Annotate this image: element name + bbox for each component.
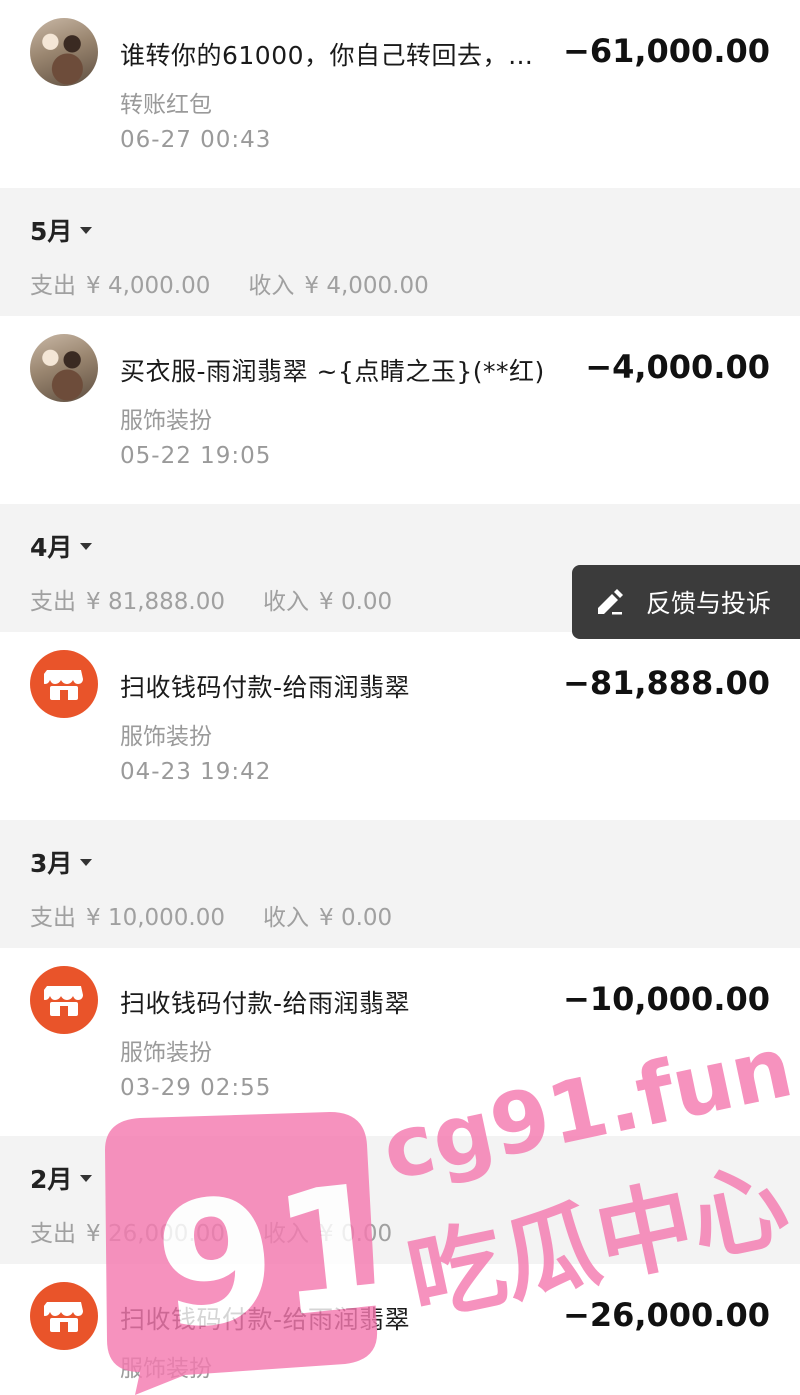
transaction-time: 04-23 19:42 bbox=[120, 759, 272, 785]
month-header: 2月 支出 ¥ 26,000.00 收入 ¥ 0.00 bbox=[0, 1136, 800, 1264]
expense-value: ¥ 4,000.00 bbox=[86, 273, 211, 299]
transaction-row[interactable]: 扫收钱码付款-给雨润翡翠 −26,000.00 服饰装扮 bbox=[0, 1264, 800, 1395]
feedback-button[interactable]: 反馈与投诉 bbox=[572, 565, 800, 639]
transaction-amount: −4,000.00 bbox=[585, 348, 770, 386]
income-label: 收入 bbox=[248, 273, 295, 299]
month-selector[interactable]: 3月 bbox=[30, 844, 93, 880]
transaction-title: 买衣服-雨润翡翠 ~{点睛之玉}(**红) bbox=[120, 357, 545, 386]
transaction-amount: −10,000.00 bbox=[563, 980, 770, 1018]
month-summary: 支出 ¥ 26,000.00 收入 ¥ 0.00 bbox=[30, 1214, 402, 1248]
shop-icon bbox=[30, 650, 98, 718]
income-value: ¥ 4,000.00 bbox=[304, 273, 429, 299]
transaction-title: 扫收钱码付款-给雨润翡翠 bbox=[120, 989, 411, 1018]
income-label: 收入 bbox=[263, 1221, 309, 1247]
month-label: 4月 bbox=[30, 533, 73, 562]
transaction-row[interactable]: 买衣服-雨润翡翠 ~{点睛之玉}(**红) −4,000.00 服饰装扮 05-… bbox=[0, 316, 800, 504]
month-summary: 支出 ¥ 4,000.00 收入 ¥ 4,000.00 bbox=[30, 266, 439, 300]
month-selector[interactable]: 4月 bbox=[30, 528, 93, 564]
transaction-row[interactable]: 扫收钱码付款-给雨润翡翠 −81,888.00 服饰装扮 04-23 19:42 bbox=[0, 632, 800, 820]
income-value: ¥ 0.00 bbox=[319, 1221, 393, 1247]
expense-label: 支出 bbox=[30, 1221, 76, 1247]
transaction-title: 扫收钱码付款-给雨润翡翠 bbox=[120, 1305, 411, 1334]
expense-value: ¥ 10,000.00 bbox=[86, 905, 225, 931]
transaction-time: 05-22 19:05 bbox=[120, 443, 272, 469]
month-selector[interactable]: 2月 bbox=[30, 1160, 93, 1196]
transaction-category: 转账红包 bbox=[120, 92, 212, 118]
month-label: 5月 bbox=[30, 217, 73, 246]
month-summary: 支出 ¥ 10,000.00 收入 ¥ 0.00 bbox=[30, 898, 402, 932]
transaction-amount: −26,000.00 bbox=[563, 1296, 770, 1334]
transaction-amount: −81,888.00 bbox=[563, 664, 770, 702]
transaction-time: 06-27 00:43 bbox=[120, 127, 272, 153]
month-header: 3月 支出 ¥ 10,000.00 收入 ¥ 0.00 bbox=[0, 820, 800, 948]
transaction-category: 服饰装扮 bbox=[120, 408, 212, 434]
shop-icon bbox=[30, 1282, 98, 1350]
expense-label: 支出 bbox=[30, 273, 76, 299]
transaction-category: 服饰装扮 bbox=[120, 1356, 212, 1382]
caret-down-icon bbox=[80, 1174, 93, 1182]
income-label: 收入 bbox=[263, 589, 309, 615]
caret-down-icon bbox=[80, 226, 93, 234]
shop-icon bbox=[30, 966, 98, 1034]
edit-pen-icon bbox=[598, 589, 623, 615]
transaction-category: 服饰装扮 bbox=[120, 724, 212, 750]
caret-down-icon bbox=[80, 858, 93, 866]
income-value: ¥ 0.00 bbox=[319, 589, 393, 615]
caret-down-icon bbox=[80, 542, 93, 550]
month-label: 3月 bbox=[30, 849, 73, 878]
month-summary: 支出 ¥ 81,888.00 收入 ¥ 0.00 bbox=[30, 582, 402, 616]
transaction-amount: −61,000.00 bbox=[563, 32, 770, 70]
expense-label: 支出 bbox=[30, 589, 76, 615]
expense-value: ¥ 81,888.00 bbox=[86, 589, 225, 615]
expense-label: 支出 bbox=[30, 905, 76, 931]
user-avatar bbox=[30, 18, 98, 86]
transaction-title: 谁转你的61000，你自己转回去，… bbox=[120, 41, 534, 70]
expense-value: ¥ 26,000.00 bbox=[86, 1221, 225, 1247]
transaction-time: 03-29 02:55 bbox=[120, 1075, 272, 1101]
month-label: 2月 bbox=[30, 1165, 73, 1194]
transaction-row[interactable]: 扫收钱码付款-给雨润翡翠 −10,000.00 服饰装扮 03-29 02:55 bbox=[0, 948, 800, 1136]
transaction-row[interactable]: 谁转你的61000，你自己转回去，… −61,000.00 转账红包 06-27… bbox=[0, 0, 800, 188]
income-label: 收入 bbox=[263, 905, 309, 931]
month-header: 5月 支出 ¥ 4,000.00 收入 ¥ 4,000.00 bbox=[0, 188, 800, 316]
month-selector[interactable]: 5月 bbox=[30, 212, 93, 248]
transaction-title: 扫收钱码付款-给雨润翡翠 bbox=[120, 673, 411, 702]
user-avatar bbox=[30, 334, 98, 402]
feedback-label: 反馈与投诉 bbox=[646, 589, 772, 618]
transaction-category: 服饰装扮 bbox=[120, 1040, 212, 1066]
income-value: ¥ 0.00 bbox=[319, 905, 393, 931]
